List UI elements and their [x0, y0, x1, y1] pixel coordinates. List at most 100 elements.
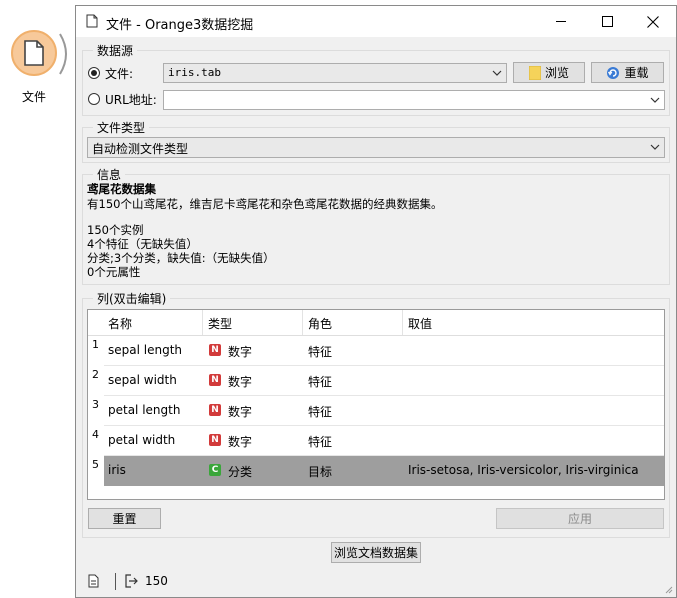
column-role[interactable]: 特征	[308, 403, 332, 420]
numeric-type-icon: N	[209, 344, 221, 356]
chevron-down-icon	[650, 144, 660, 150]
column-role[interactable]: 特征	[308, 373, 332, 390]
status-divider	[115, 573, 116, 590]
reload-button[interactable]: 重载	[591, 62, 664, 83]
table-row[interactable]: 2 sepal width N 数字 特征	[88, 366, 664, 396]
close-button[interactable]	[630, 6, 676, 37]
table-row[interactable]: 4 petal width N 数字 特征	[88, 426, 664, 456]
row-number: 5	[92, 458, 99, 471]
reload-label: 重载	[624, 66, 649, 80]
chevron-down-icon	[492, 70, 502, 76]
dataset-title: 鸢尾花数据集	[87, 182, 156, 196]
close-icon	[647, 15, 659, 28]
source-group-title: 数据源	[93, 42, 138, 59]
column-name[interactable]: petal width	[108, 433, 175, 447]
header-divider	[202, 310, 203, 335]
output-icon	[125, 574, 138, 588]
output-count: 150	[145, 574, 168, 588]
document-icon	[86, 14, 98, 28]
header-role[interactable]: 角色	[308, 315, 332, 332]
browse-button[interactable]: 浏览	[513, 62, 585, 83]
column-type[interactable]: 数字	[228, 343, 252, 360]
columns-group-title: 列(双击编辑)	[93, 290, 171, 307]
header-divider	[302, 310, 303, 335]
column-name[interactable]: sepal width	[108, 373, 177, 387]
file-label: 文件:	[105, 67, 134, 81]
table-row[interactable]: 5 iris C 分类 目标 Iris-setosa, Iris-versico…	[88, 456, 664, 486]
apply-button[interactable]: 应用	[496, 508, 664, 529]
row-number: 2	[92, 368, 99, 381]
column-type[interactable]: 分类	[228, 463, 252, 480]
file-type-combo[interactable]: 自动检测文件类型	[87, 137, 665, 158]
row-number: 3	[92, 398, 99, 411]
row-number: 4	[92, 428, 99, 441]
reset-button[interactable]: 重置	[88, 508, 161, 529]
instances-info: 150个实例	[87, 223, 144, 237]
browse-label: 浏览	[544, 66, 569, 80]
table-header: 名称 类型 角色 取值	[88, 310, 664, 336]
url-radio[interactable]	[88, 93, 100, 105]
file-type-group-title: 文件类型	[93, 119, 150, 136]
maximize-button[interactable]	[584, 6, 630, 37]
file-widget-icon[interactable]	[11, 30, 57, 76]
column-role[interactable]: 特征	[308, 343, 332, 360]
url-label: URL地址:	[105, 93, 157, 107]
reload-icon	[607, 66, 620, 79]
status-bar: 150	[76, 566, 676, 597]
meta-info: 0个元属性	[87, 265, 141, 279]
header-name[interactable]: 名称	[108, 315, 132, 332]
columns-table[interactable]: 名称 类型 角色 取值 1 sepal length N 数字 特征 2 sep…	[87, 309, 665, 500]
column-name[interactable]: petal length	[108, 403, 180, 417]
widget-label: 文件	[22, 90, 47, 104]
apply-label: 应用	[567, 512, 592, 526]
file-combo-value: iris.tab	[168, 66, 221, 79]
header-divider	[402, 310, 403, 335]
header-type[interactable]: 类型	[208, 315, 232, 332]
features-info: 4个特征（无缺失值）	[87, 237, 198, 251]
column-name[interactable]: iris	[108, 463, 126, 477]
resize-grip-icon[interactable]	[663, 584, 673, 594]
reset-label: 重置	[112, 512, 137, 526]
row-cells[interactable]: petal width N 数字 特征	[104, 426, 664, 456]
numeric-type-icon: N	[209, 404, 221, 416]
maximize-icon	[601, 16, 613, 27]
header-values[interactable]: 取值	[408, 315, 432, 332]
column-type[interactable]: 数字	[228, 373, 252, 390]
target-info: 分类;3个分类，缺失值:（无缺失值）	[87, 251, 275, 265]
url-combo[interactable]	[163, 90, 665, 110]
output-channel-arc	[59, 33, 67, 75]
browse-documentation-datasets-button[interactable]: 浏览文档数据集	[331, 542, 421, 563]
info-group-title: 信息	[93, 166, 126, 183]
dataset-description: 有150个山鸢尾花，维吉尼卡鸢尾花和杂色鸢尾花数据的经典数据集。	[87, 197, 443, 211]
column-type[interactable]: 数字	[228, 403, 252, 420]
folder-icon	[528, 65, 541, 80]
numeric-type-icon: N	[209, 434, 221, 446]
info-group: 信息	[82, 166, 670, 285]
file-type-combo-value: 自动检测文件类型	[92, 142, 189, 156]
minimize-button[interactable]	[538, 6, 584, 37]
row-cells[interactable]: sepal width N 数字 特征	[104, 366, 664, 396]
report-icon[interactable]	[88, 574, 99, 588]
browse-docs-label: 浏览文档数据集	[333, 546, 418, 560]
row-cells[interactable]: iris C 分类 目标 Iris-setosa, Iris-versicolo…	[104, 456, 664, 486]
document-icon	[24, 40, 44, 66]
chevron-down-icon	[650, 97, 660, 103]
file-combo[interactable]: iris.tab	[163, 63, 507, 83]
column-role[interactable]: 目标	[308, 463, 332, 480]
column-name[interactable]: sepal length	[108, 343, 182, 357]
file-dialog: 文件 - Orange3数据挖掘 数据源 文件: iris.tab 浏览 重载 …	[75, 5, 677, 598]
table-row[interactable]: 3 petal length N 数字 特征	[88, 396, 664, 426]
minimize-icon	[555, 21, 566, 22]
numeric-type-icon: N	[209, 374, 221, 386]
row-number: 1	[92, 338, 99, 351]
row-cells[interactable]: sepal length N 数字 特征	[104, 336, 664, 366]
categorical-type-icon: C	[209, 464, 221, 476]
window-title: 文件 - Orange3数据挖掘	[106, 18, 254, 33]
column-type[interactable]: 数字	[228, 433, 252, 450]
title-bar[interactable]: 文件 - Orange3数据挖掘	[76, 6, 676, 37]
row-cells[interactable]: petal length N 数字 特征	[104, 396, 664, 426]
file-radio[interactable]	[88, 67, 100, 79]
table-row[interactable]: 1 sepal length N 数字 特征	[88, 336, 664, 366]
column-role[interactable]: 特征	[308, 433, 332, 450]
column-values[interactable]: Iris-setosa, Iris-versicolor, Iris-virgi…	[408, 463, 639, 477]
